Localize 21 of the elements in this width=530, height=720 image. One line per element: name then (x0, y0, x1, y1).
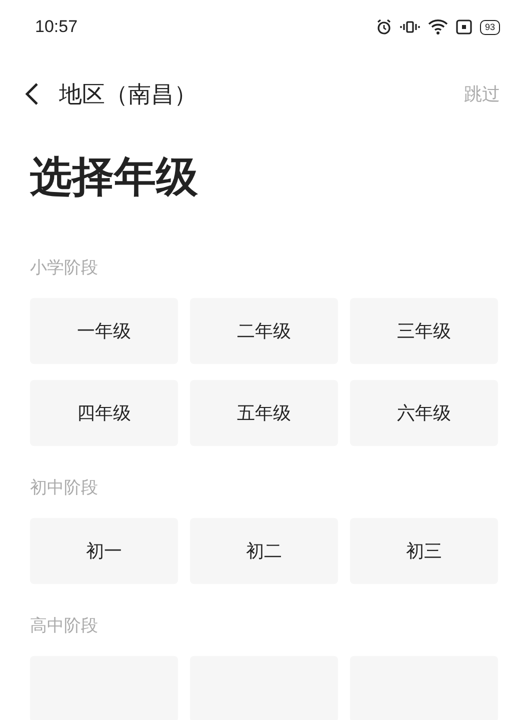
grade-option[interactable]: 四年级 (30, 380, 178, 446)
grade-option[interactable]: 初二 (190, 518, 338, 584)
vibrate-icon (400, 19, 420, 35)
grade-option[interactable]: 三年级 (350, 298, 498, 364)
battery-level: 93 (480, 20, 500, 34)
grade-option[interactable]: 初三 (350, 518, 498, 584)
page-heading: 选择年级 (30, 151, 199, 203)
grade-option[interactable]: 一年级 (30, 298, 178, 364)
status-time: 10:57 (35, 17, 78, 37)
screen-record-icon (456, 19, 472, 35)
region-title: 地区（南昌） (59, 80, 198, 110)
section-label: 小学阶段 (30, 257, 99, 280)
grade-option[interactable]: 二年级 (190, 298, 338, 364)
section-label: 高中阶段 (30, 615, 99, 638)
grade-option[interactable]: 五年级 (190, 380, 338, 446)
grade-option[interactable]: 初一 (30, 518, 178, 584)
section-label: 初中阶段 (30, 477, 99, 500)
alarm-clock-icon (376, 19, 392, 35)
grade-option[interactable]: 六年级 (350, 380, 498, 446)
back-icon[interactable] (25, 82, 39, 106)
wifi-icon (428, 19, 448, 35)
